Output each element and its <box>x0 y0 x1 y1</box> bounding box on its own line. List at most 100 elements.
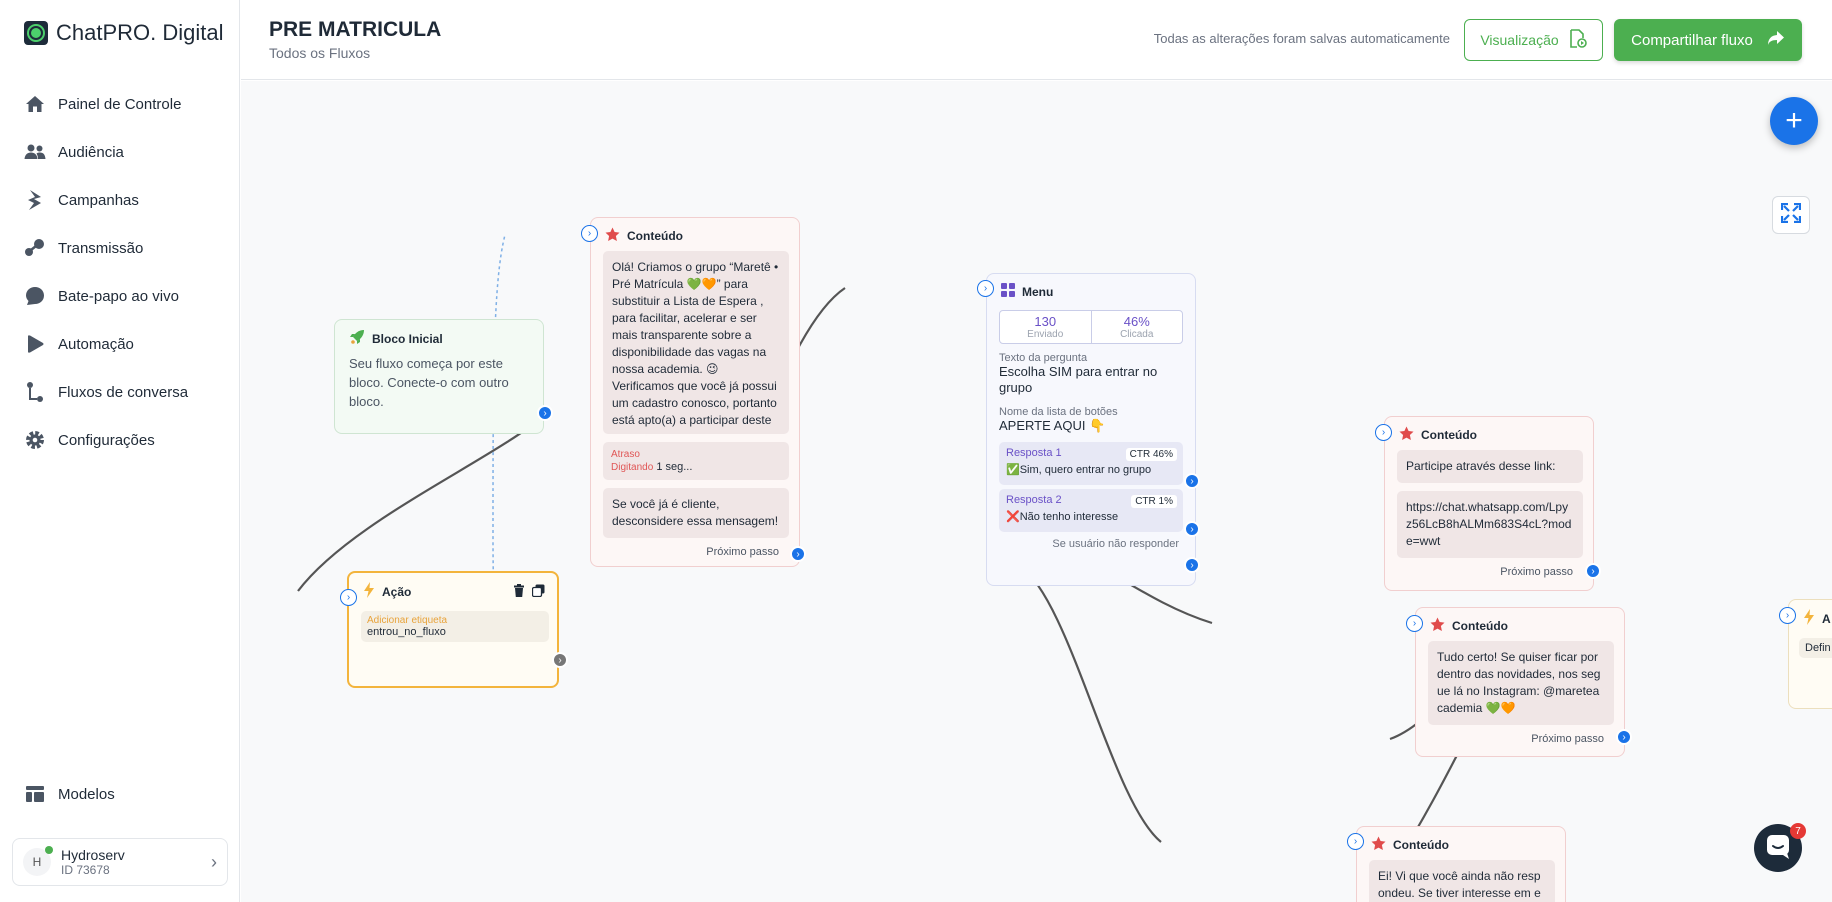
content-node-4-input-port[interactable]: › <box>1347 833 1364 850</box>
sidebar-bottom-nav: Modelos <box>24 770 115 818</box>
content-node-title: Conteúdo <box>1421 428 1477 442</box>
content-node-title: Conteúdo <box>627 229 683 243</box>
no-reply-output-port[interactable]: › <box>1184 557 1200 573</box>
sidebar-item-fluxos[interactable]: Fluxos de conversa <box>24 368 188 416</box>
content-node-1[interactable]: Conteúdo Olá! Criamos o grupo “Maretê • … <box>590 217 800 567</box>
content-node-title: Conteúdo <box>1393 838 1449 852</box>
sidebar-item-bate-papo[interactable]: Bate-papo ao vivo <box>24 272 188 320</box>
question-text[interactable]: Escolha SIM para entrar no grupo <box>987 364 1195 396</box>
home-icon <box>24 93 46 115</box>
start-node-description: Seu fluxo começa por este bloco. Conecte… <box>349 356 509 409</box>
menu-node[interactable]: Menu 130 Enviado 46% Clicada Texto da pe… <box>986 273 1196 586</box>
content-node-1-input-port[interactable]: › <box>581 225 598 242</box>
trash-icon[interactable] <box>513 583 525 600</box>
preview-button-label: Visualização <box>1480 32 1559 48</box>
menu-node-input-port[interactable]: › <box>977 280 994 297</box>
grid-icon <box>1001 283 1015 300</box>
sidebar-item-label: Transmissão <box>58 239 144 257</box>
star-icon <box>1399 426 1414 444</box>
sidebar-item-label: Painel de Controle <box>58 95 182 113</box>
link-bubble[interactable]: https://chat.whatsapp.com/Lpyz56LcB8hALM… <box>1397 491 1583 558</box>
sidebar-item-label: Fluxos de conversa <box>58 383 189 401</box>
answer-text: ✅Sim, quero entrar no grupo <box>1006 464 1152 476</box>
top-bar: PRE MATRICULA Todos os Fluxos Todas as a… <box>241 0 1832 80</box>
start-node-output-port[interactable]: › <box>537 405 553 421</box>
next-step-label: Próximo passo <box>706 546 779 558</box>
content-node-2-input-port[interactable]: › <box>1375 424 1392 441</box>
delay-block[interactable]: Atraso Digitando 1 seg... <box>603 442 789 480</box>
content-node-3[interactable]: Conteúdo Tudo certo! Se quiser ficar por… <box>1415 607 1625 757</box>
star-icon <box>605 227 620 245</box>
button-list-label: Nome da lista de botões <box>999 406 1118 418</box>
add-tag-action[interactable]: Adicionar etiqueta entrou_no_fluxo <box>361 611 549 642</box>
brand-name: ChatPRO. Digital <box>56 20 224 45</box>
answer-2-output-port[interactable]: › <box>1184 521 1200 537</box>
bolt-icon <box>1803 609 1815 628</box>
message-bubble[interactable]: Ei! Vi que você ainda não respondeu. Se … <box>1369 860 1555 902</box>
sidebar-item-audiencia[interactable]: Audiência <box>24 128 188 176</box>
sidebar-item-configuracoes[interactable]: Configurações <box>24 416 188 464</box>
answer-option-2[interactable]: Resposta 2 CTR 1% ❌Não tenho interesse <box>999 489 1183 532</box>
start-node-title: Bloco Inicial <box>372 331 443 346</box>
sidebar-item-transmissao[interactable]: Transmissão <box>24 224 188 272</box>
broadcast-icon <box>24 237 46 259</box>
answer-text: ❌Não tenho interesse <box>1006 511 1119 523</box>
button-list-name[interactable]: APERTE AQUI 👇 <box>987 418 1195 434</box>
sidebar-nav: Painel de Controle Audiência Campanhas T… <box>24 80 188 464</box>
next-step-label: Próximo passo <box>1531 733 1604 745</box>
fit-view-button[interactable] <box>1772 196 1810 234</box>
ctr-badge: CTR 46% <box>1125 448 1177 461</box>
sidebar-item-campanhas[interactable]: Campanhas <box>24 176 188 224</box>
action-node-input-port[interactable]: › <box>340 589 357 606</box>
answer-1-output-port[interactable]: › <box>1184 473 1200 489</box>
action-node-output-port[interactable]: › <box>552 652 568 668</box>
brand[interactable]: ChatPRO. Digital <box>24 20 224 46</box>
delay-label: Atraso <box>611 449 640 460</box>
share-button-label: Compartilhar fluxo <box>1631 31 1753 49</box>
share-flow-button[interactable]: Compartilhar fluxo <box>1614 19 1802 61</box>
save-status: Todas as alterações foram salvas automat… <box>1153 31 1450 46</box>
rocket-icon <box>349 329 365 348</box>
duplicate-icon[interactable] <box>531 584 545 600</box>
content-node-3-input-port[interactable]: › <box>1406 615 1423 632</box>
content-node-3-output-port[interactable]: › <box>1616 729 1632 745</box>
flow-canvas[interactable]: Bloco Inicial Seu fluxo começa por este … <box>241 81 1832 902</box>
sidebar-item-label: Audiência <box>58 143 124 161</box>
next-step-label: Próximo passo <box>1500 566 1573 578</box>
menu-stats: 130 Enviado 46% Clicada <box>999 310 1183 344</box>
content-node-1-output-port[interactable]: › <box>790 546 806 562</box>
content-node-2-output-port[interactable]: › <box>1585 563 1601 579</box>
page-title: PRE MATRICULA <box>269 18 442 41</box>
action-node-2-input-port[interactable]: › <box>1779 607 1796 624</box>
breadcrumb[interactable]: Todos os Fluxos <box>269 45 370 61</box>
sidebar-item-modelos[interactable]: Modelos <box>24 770 115 818</box>
add-block-button[interactable]: + <box>1770 97 1818 145</box>
content-node-title: Conteúdo <box>1452 619 1508 633</box>
sidebar-item-label: Bate-papo ao vivo <box>58 287 179 305</box>
play-icon <box>24 333 46 355</box>
account-id: ID 73678 <box>61 863 110 877</box>
templates-icon <box>24 783 46 805</box>
sidebar-item-label: Modelos <box>58 785 115 803</box>
content-node-4[interactable]: Conteúdo Ei! Vi que você ainda não respo… <box>1356 826 1566 902</box>
clicked-label: Clicada <box>1120 329 1154 340</box>
bolt-icon <box>24 189 46 211</box>
message-bubble[interactable]: Participe através desse link: <box>1397 450 1583 483</box>
action-field[interactable]: Defin <box>1799 638 1832 658</box>
start-node[interactable]: Bloco Inicial Seu fluxo começa por este … <box>334 319 544 434</box>
gear-icon <box>24 429 46 451</box>
answer-option-1[interactable]: Resposta 1 CTR 46% ✅Sim, quero entrar no… <box>999 442 1183 485</box>
preview-button[interactable]: Visualização <box>1464 19 1603 61</box>
action-tag-value: entrou_no_fluxo <box>367 626 446 638</box>
message-bubble[interactable]: Se você já é cliente, desconsidere essa … <box>603 488 789 538</box>
action-node[interactable]: Ação Adicionar etiqueta entrou_no_fluxo <box>347 571 559 688</box>
message-bubble[interactable]: Olá! Criamos o grupo “Maretê • Pré Matrí… <box>603 251 789 434</box>
content-node-2[interactable]: Conteúdo Participe através desse link: h… <box>1384 416 1594 591</box>
preview-icon <box>1569 28 1587 52</box>
bolt-icon <box>363 582 375 601</box>
sidebar-item-painel[interactable]: Painel de Controle <box>24 80 188 128</box>
account-switcher[interactable]: H Hydroserv ID 73678 › <box>12 838 228 886</box>
message-bubble[interactable]: Tudo certo! Se quiser ficar por dentro d… <box>1428 641 1614 725</box>
sidebar-item-automacao[interactable]: Automação <box>24 320 188 368</box>
star-icon <box>1371 836 1386 854</box>
